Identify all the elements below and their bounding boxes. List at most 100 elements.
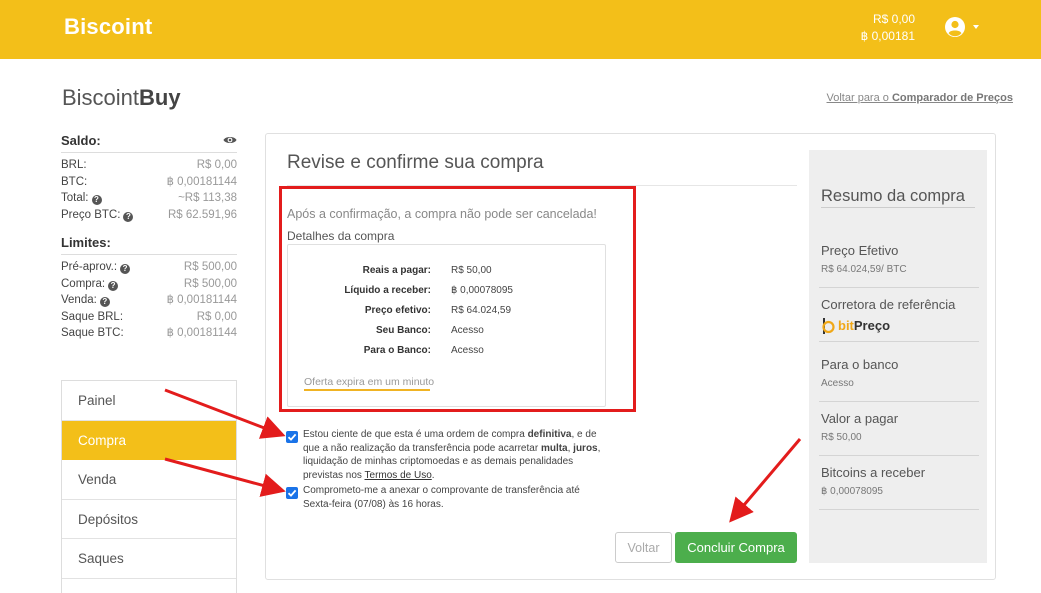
header-balance-brl: R$ 0,00	[872, 12, 915, 26]
summary-title: Resumo da compra	[821, 186, 975, 208]
terms-bold: juros	[573, 442, 598, 454]
saldo-row-total: Total:? ~R$ 113,38	[61, 190, 237, 207]
limite-row-saque-brl: Saque BRL: R$ 0,00	[61, 309, 237, 326]
summary-label: Valor a pagar	[821, 411, 899, 426]
detail-label: Preço efetivo:	[364, 305, 431, 316]
saldo-value: ~R$ 113,38	[178, 192, 237, 204]
bitpreco-logo-bit: bit	[838, 318, 854, 333]
detail-value: Acesso	[451, 325, 484, 336]
menu-item-painel[interactable]: Painel	[62, 381, 236, 421]
limite-value: ฿ 0,00181144	[166, 327, 237, 339]
limite-label: Saque BTC:	[61, 327, 124, 339]
summary-corretora: Corretora de referência bitPreço	[819, 288, 979, 342]
saldo-label: Total:	[61, 192, 89, 204]
menu-item-transacoes[interactable]: Transações	[62, 579, 236, 593]
back-link-prefix: Voltar para o	[826, 92, 892, 104]
limites-title: Limites:	[61, 235, 237, 255]
accept-terms-checkbox[interactable]	[286, 431, 298, 443]
terms-of-use-link[interactable]: Termos de Uso	[365, 470, 432, 481]
confirm-purchase-button[interactable]: Concluir Compra	[675, 532, 797, 563]
detail-row-reais: Reais a pagar: R$ 50,00	[288, 264, 607, 278]
offer-expiry-progress	[304, 389, 430, 391]
detail-value: R$ 64.024,59	[451, 305, 512, 316]
page-title: BiscointBuy	[62, 85, 181, 111]
saldo-label: BRL:	[61, 159, 87, 171]
purchase-summary: Resumo da compra Preço Efetivo R$ 64.024…	[809, 150, 987, 563]
limites-section: Limites: Pré-aprov.:? R$ 500,00 Compra:? R…	[61, 235, 237, 342]
detail-row-preco: Preço efetivo: R$ 64.024,59	[288, 304, 607, 318]
limite-row-venda: Venda:? ฿ 0,00181144	[61, 292, 237, 309]
user-menu-button[interactable]	[944, 16, 984, 40]
limite-label: Saque BRL:	[61, 310, 124, 323]
summary-label: Corretora de referência	[821, 297, 956, 312]
terms-bold: definitiva	[527, 429, 572, 440]
summary-value: R$ 50,00	[821, 432, 862, 443]
details-label: Detalhes da compra	[287, 229, 395, 243]
menu-item-venda[interactable]: Venda	[62, 460, 236, 500]
saldo-label: BTC:	[61, 175, 88, 188]
summary-banco: Para o banco Acesso	[819, 348, 979, 402]
help-icon[interactable]: ?	[120, 264, 131, 274]
commit-receipt-checkbox[interactable]	[286, 487, 298, 499]
menu-item-compra[interactable]: Compra	[62, 420, 236, 460]
limite-label: Venda:	[61, 294, 97, 306]
back-to-comparator-link[interactable]: Voltar para o Comparador de Preços	[827, 92, 1013, 104]
help-icon[interactable]: ?	[91, 195, 102, 205]
summary-valor: Valor a pagar R$ 50,00	[819, 402, 979, 456]
page-title-bold: Buy	[139, 85, 181, 110]
help-icon[interactable]: ?	[123, 211, 134, 222]
help-icon[interactable]: ?	[99, 297, 110, 307]
bitpreco-logo-preco: Preço	[853, 318, 891, 333]
detail-row-para-banco: Para o Banco: Acesso	[288, 344, 607, 358]
detail-label: Seu Banco:	[375, 325, 431, 336]
summary-value: ฿ 0,00078095	[821, 486, 883, 497]
top-bar: Biscoint R$ 0,00 ฿ 0,00181	[0, 0, 1041, 59]
saldo-title: Saldo:	[61, 133, 237, 153]
summary-label: Preço Efetivo	[821, 243, 899, 258]
limite-label: Pré-aprov.:	[61, 261, 118, 273]
page-title-light: Biscoint	[62, 85, 140, 110]
user-circle-icon	[945, 17, 965, 37]
back-button[interactable]: Voltar	[615, 532, 672, 563]
chevron-down-icon	[973, 25, 979, 29]
header-balance: R$ 0,00 ฿ 0,00181	[861, 11, 915, 45]
summary-label: Bitcoins a receber	[821, 465, 926, 480]
summary-value: Acesso	[821, 378, 854, 389]
saldo-label: Preço BTC:	[61, 208, 121, 221]
brand-logo[interactable]: Biscoint	[64, 14, 152, 40]
saldo-row-brl: BRL: R$ 0,00	[61, 157, 237, 174]
limite-value: R$ 500,00	[183, 277, 237, 290]
help-icon[interactable]: ?	[108, 280, 119, 291]
saldo-value: ฿ 0,00181144	[166, 175, 237, 188]
details-box: Reais a pagar: R$ 50,00 Líquido a receber…	[287, 244, 606, 407]
limite-value: R$ 500,00	[183, 261, 237, 273]
warning-text: Após a confirmação, a compra não pode se…	[287, 207, 597, 221]
bitpreco-logo: bitPreço	[821, 317, 890, 335]
summary-value: R$ 64.024,59/ BTC	[821, 264, 907, 275]
menu-item-saques[interactable]: Saques	[62, 539, 236, 579]
detail-row-seu-banco: Seu Banco: Acesso	[288, 324, 607, 338]
summary-bitcoins: Bitcoins a receber ฿ 0,00078095	[819, 456, 979, 510]
limite-value: ฿ 0,00181144	[166, 294, 237, 306]
detail-value: ฿ 0,00078095	[451, 285, 513, 296]
eye-icon[interactable]	[223, 135, 237, 145]
menu-item-depositos[interactable]: Depósitos	[62, 500, 236, 539]
accept-terms-text: Estou ciente de que esta é uma ordem de …	[303, 428, 605, 482]
limite-label: Compra:	[61, 277, 106, 290]
back-link-bold: Comparador de Preços	[891, 92, 1013, 104]
check-icon	[287, 433, 297, 441]
detail-row-liquido: Líquido a receber: ฿ 0,00078095	[288, 284, 607, 298]
bitpreco-logo-text: bitPreço	[838, 318, 890, 333]
detail-label: Para o Banco:	[363, 345, 431, 356]
saldo-value: R$ 62.591,96	[167, 208, 237, 221]
limite-row-compra: Compra:? R$ 500,00	[61, 276, 237, 293]
check-icon	[287, 489, 297, 497]
header-balance-btc: ฿ 0,00181	[860, 29, 915, 43]
limite-row-saque-btc: Saque BTC: ฿ 0,00181144	[61, 325, 237, 342]
saldo-row-preco: Preço BTC:? R$ 62.591,96	[61, 207, 237, 224]
offer-expiry-text: Oferta expira em um minuto	[304, 376, 435, 388]
limite-row-preaprov: Pré-aprov.:? R$ 500,00	[61, 259, 237, 276]
detail-value: Acesso	[451, 345, 484, 356]
detail-label: Líquido a receber:	[344, 285, 431, 296]
terms-bold: multa	[540, 442, 568, 454]
